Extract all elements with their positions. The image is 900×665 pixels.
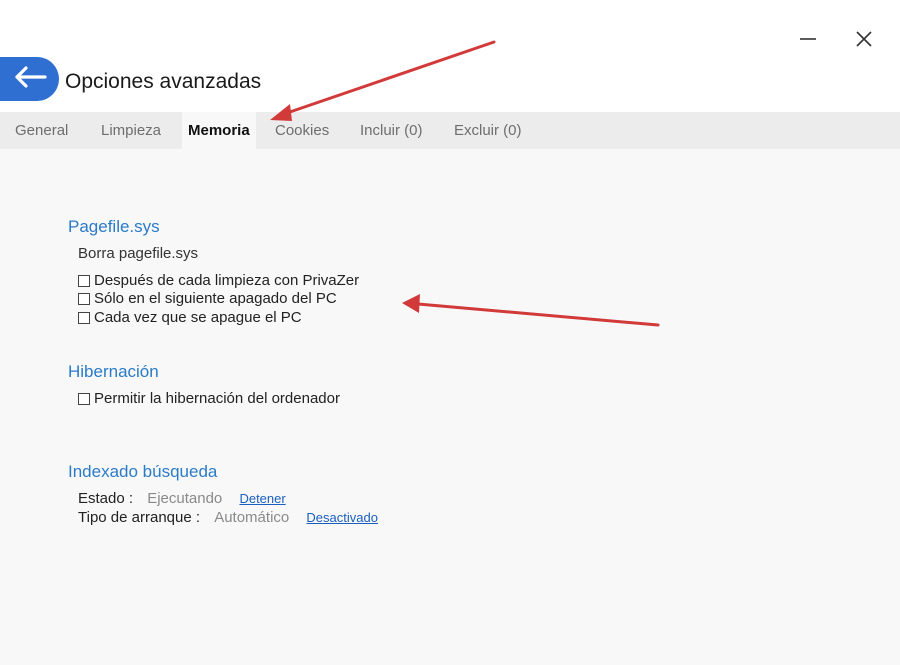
minimize-icon: [799, 30, 817, 53]
indexing-section-title: Indexado búsqueda: [68, 462, 218, 481]
option-label: Cada vez que se apague el PC: [94, 309, 302, 326]
tab-general[interactable]: General: [15, 112, 68, 149]
checkbox[interactable]: [78, 274, 90, 287]
window-title: Opciones avanzadas: [65, 70, 262, 93]
tab-excluir[interactable]: Excluir (0): [454, 112, 522, 149]
checkbox[interactable]: [78, 311, 90, 324]
startup-value: Automático: [214, 509, 290, 526]
hibernation-section-title: Hibernación: [68, 362, 159, 381]
status-value: Ejecutando: [147, 490, 223, 507]
checkbox[interactable]: [78, 292, 90, 305]
title-bar: Opciones avanzadas: [0, 0, 900, 112]
option-label: Permitir la hibernación del ordenador: [94, 390, 340, 407]
tab-cookies[interactable]: Cookies: [275, 112, 329, 149]
back-button[interactable]: [0, 57, 59, 101]
minimize-button[interactable]: [790, 24, 826, 58]
tab-memoria[interactable]: Memoria: [182, 112, 256, 149]
startup-label: Tipo de arranque :: [78, 509, 201, 526]
hibernation-option[interactable]: Permitir la hibernación del ordenador: [78, 390, 340, 407]
tab-limpieza[interactable]: Limpieza: [101, 112, 161, 149]
checkbox[interactable]: [78, 392, 90, 405]
indexing-startup-row: Tipo de arranque : Automático Desactivad…: [78, 509, 378, 526]
status-label: Estado :: [78, 490, 134, 507]
pagefile-option-next-shutdown[interactable]: Sólo en el siguiente apagado del PC: [78, 290, 337, 307]
stop-indexing-link[interactable]: Detener: [239, 491, 285, 506]
pagefile-option-after-clean[interactable]: Después de cada limpieza con PrivaZer: [78, 272, 359, 289]
tab-bar: General Limpieza Memoria Cookies Incluir…: [0, 112, 900, 149]
option-label: Después de cada limpieza con PrivaZer: [94, 272, 360, 289]
indexing-status-row: Estado : Ejecutando Detener: [78, 490, 286, 507]
tab-incluir[interactable]: Incluir (0): [360, 112, 423, 149]
option-label: Sólo en el siguiente apagado del PC: [94, 290, 337, 307]
disable-startup-link[interactable]: Desactivado: [306, 510, 378, 525]
pagefile-option-every-shutdown[interactable]: Cada vez que se apague el PC: [78, 309, 302, 326]
arrow-left-icon: [12, 65, 48, 94]
pagefile-subtitle: Borra pagefile.sys: [78, 245, 199, 262]
pagefile-section-title: Pagefile.sys: [68, 217, 160, 236]
close-icon: [855, 30, 873, 53]
annotation-arrow: [402, 294, 660, 327]
close-button[interactable]: [846, 24, 882, 58]
